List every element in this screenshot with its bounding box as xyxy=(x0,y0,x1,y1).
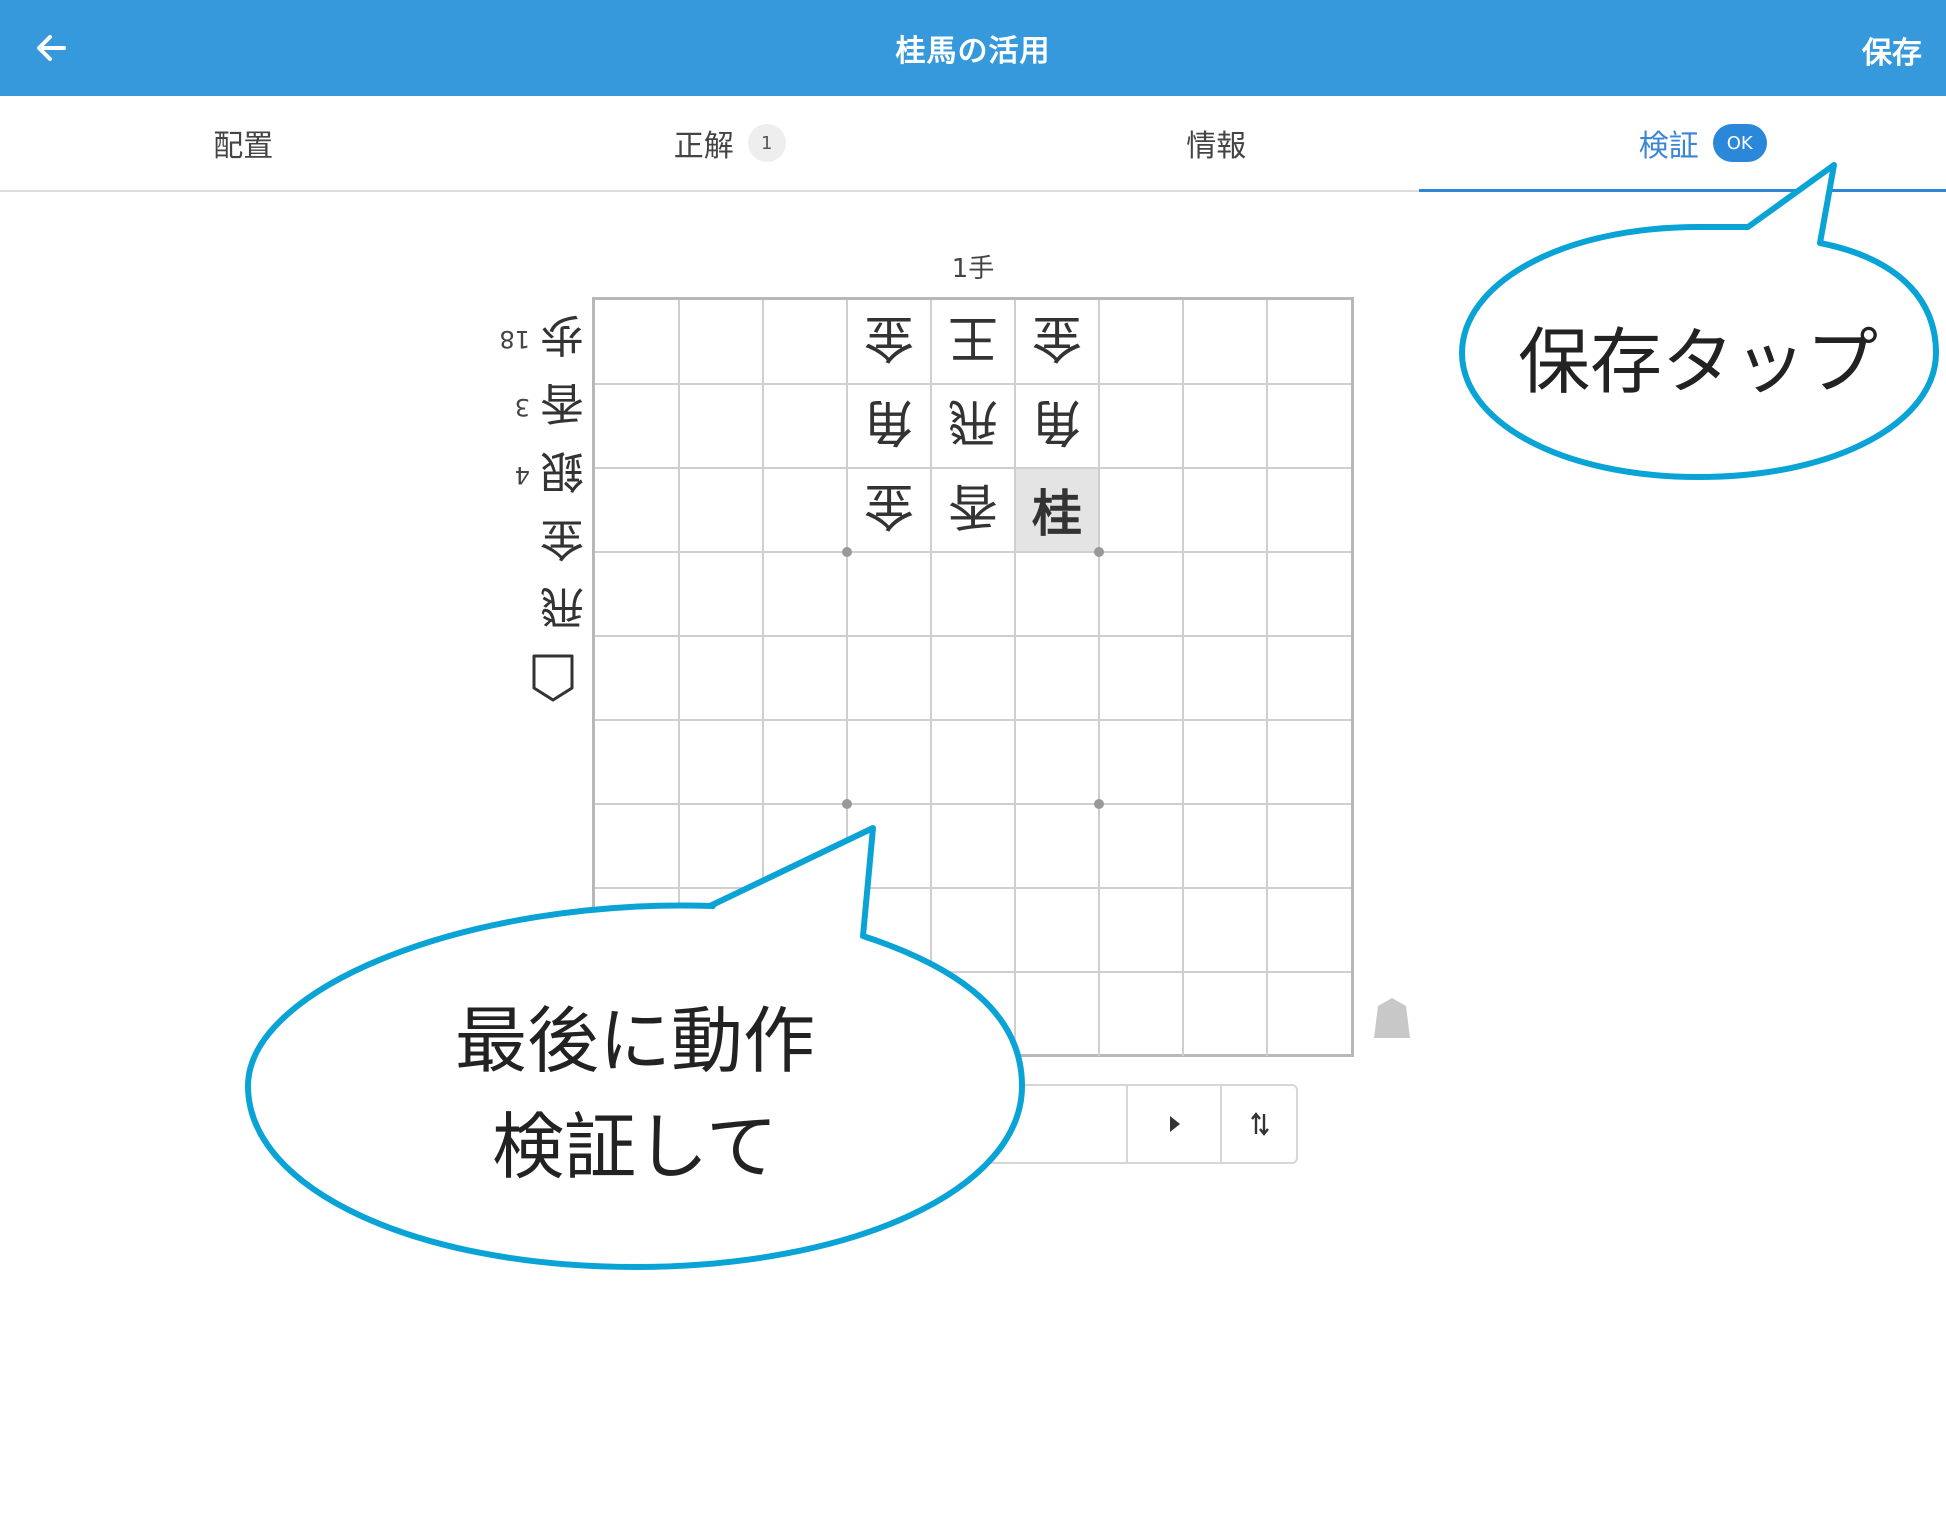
hand-piece-label: 金 xyxy=(540,513,584,564)
grid-line xyxy=(595,719,1351,721)
flip-board-icon xyxy=(1251,1112,1269,1136)
count-badge: 1 xyxy=(747,124,786,162)
star-point xyxy=(842,799,852,809)
tab-verify[interactable]: 検証 OK xyxy=(1460,96,1946,190)
hand-piece-label: 香 xyxy=(540,377,584,428)
playback-controls xyxy=(760,1084,1298,1164)
grid-line xyxy=(595,971,1351,973)
save-button[interactable]: 保存 xyxy=(1862,28,1922,72)
speech-bubble xyxy=(1459,162,1939,480)
gote-piece[interactable]: 角 xyxy=(1015,384,1099,468)
hand-piece[interactable]: 歩 18 xyxy=(490,305,590,373)
grid-line xyxy=(678,300,680,1056)
gote-piece[interactable]: 金 xyxy=(1015,300,1099,384)
hand-piece-count: 18 xyxy=(499,325,530,353)
sente-piece[interactable]: 桂 xyxy=(1015,468,1099,552)
hand-piece[interactable]: 飛 xyxy=(490,577,590,645)
hand-piece-label: 銀 xyxy=(540,445,584,496)
tab-label: 情報 xyxy=(1186,129,1247,164)
hand-piece-count: 3 xyxy=(514,393,530,421)
status-badge: OK xyxy=(1712,124,1767,162)
gote-piece[interactable]: 角 xyxy=(847,384,931,468)
prev-button[interactable] xyxy=(762,1086,1126,1162)
grid-line xyxy=(1182,300,1184,1056)
shogi-board[interactable]: 金王金角飛角金香桂 xyxy=(592,297,1354,1057)
tab-info[interactable]: 情報 xyxy=(973,96,1460,190)
grid-line xyxy=(595,887,1351,889)
callout-text: 保存タップ xyxy=(1517,320,1878,404)
gote-turn-icon xyxy=(532,654,574,702)
move-counter: 1手 xyxy=(951,254,995,284)
page-title: 桂馬の活用 xyxy=(895,34,1051,69)
hand-piece[interactable]: 香3 xyxy=(490,373,590,441)
hand-piece-count: 4 xyxy=(514,461,530,489)
hand-piece[interactable]: 金 xyxy=(490,509,590,577)
grid-line xyxy=(595,803,1351,805)
hand-piece[interactable]: 銀4 xyxy=(490,441,590,509)
tab-label: 配置 xyxy=(213,129,274,164)
tab-label: 正解 xyxy=(673,129,734,164)
next-button[interactable] xyxy=(1128,1086,1220,1162)
sente-turn-icon xyxy=(1374,998,1410,1038)
gote-piece[interactable]: 王 xyxy=(931,300,1015,384)
tab-placement[interactable]: 配置 xyxy=(0,96,487,190)
gote-piece[interactable]: 香 xyxy=(931,468,1015,552)
gote-piece[interactable]: 金 xyxy=(847,468,931,552)
gote-piece[interactable]: 金 xyxy=(847,300,931,384)
hand-piece-label: 飛 xyxy=(540,581,584,632)
tab-label: 検証 xyxy=(1638,129,1699,164)
flip-board-button[interactable] xyxy=(1222,1086,1298,1162)
prev-icon xyxy=(938,1116,948,1132)
grid-line xyxy=(1266,300,1268,1056)
active-tab-indicator xyxy=(1419,189,1946,192)
grid-line xyxy=(595,635,1351,637)
tab-answer[interactable]: 正解 1 xyxy=(487,96,974,190)
app-bar: 桂馬の活用 保存 xyxy=(0,0,1946,96)
star-point xyxy=(1094,799,1104,809)
hand-piece-label: 歩 xyxy=(540,309,584,360)
gote-piece[interactable]: 飛 xyxy=(931,384,1015,468)
tab-bar: 配置 正解 1 情報 検証 OK xyxy=(0,96,1946,192)
play-next-icon xyxy=(1170,1116,1180,1132)
callout-save-tap: 保存タップ xyxy=(1450,155,1946,495)
grid-line xyxy=(762,300,764,1056)
